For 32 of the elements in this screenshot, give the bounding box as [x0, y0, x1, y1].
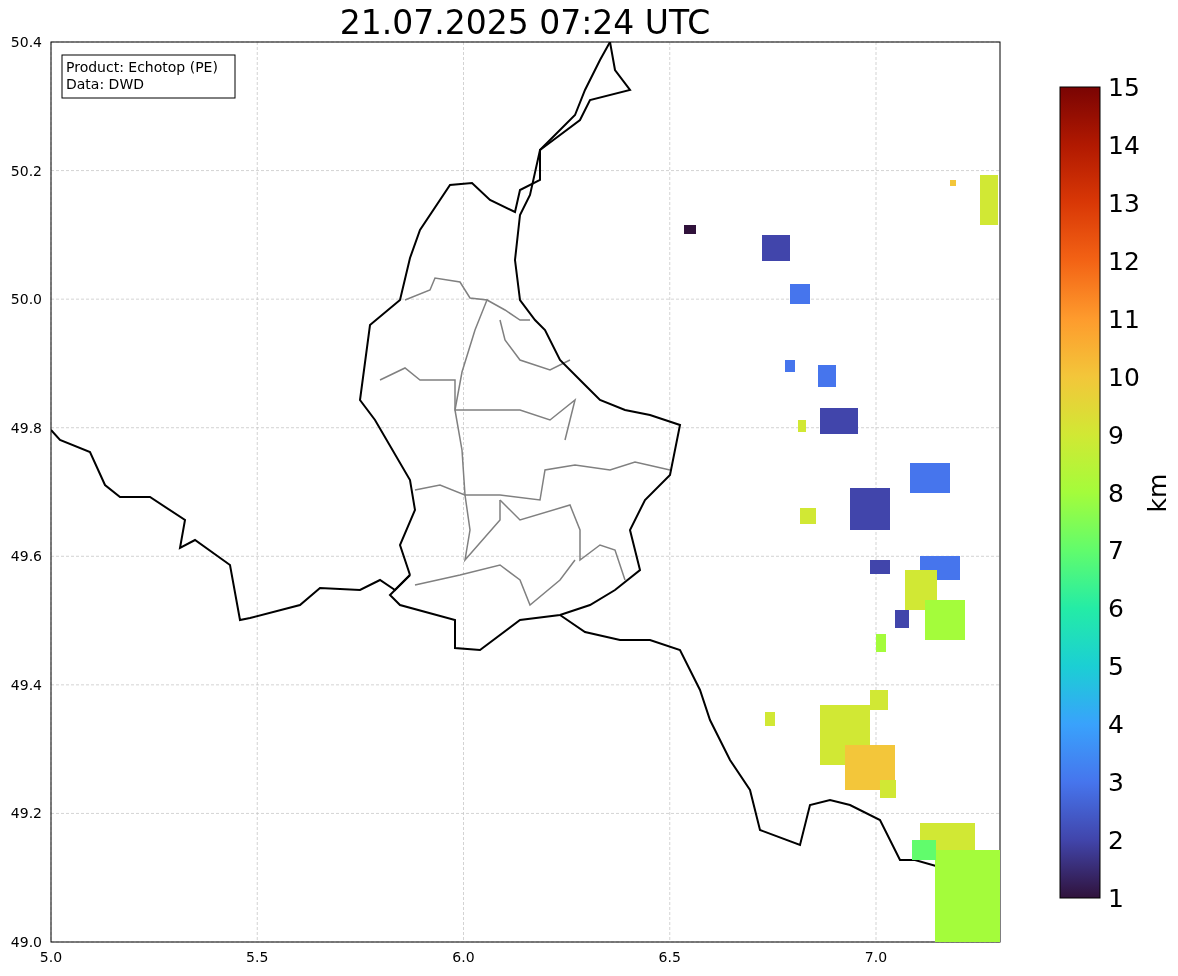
- axis-tick-label: 49.4: [10, 676, 42, 693]
- colorbar-tick-label: 15: [1108, 73, 1140, 102]
- axis-tick-label: 50.0: [10, 291, 42, 308]
- axis-tick-label: 5.5: [246, 949, 269, 965]
- axis-tick-label: 5.0: [39, 949, 63, 965]
- colorbar-tick-label: 2: [1108, 826, 1124, 856]
- axis-tick-label: 49.0: [10, 934, 42, 950]
- chart-title: 21.07.2025 07:24 UTC: [339, 3, 711, 42]
- colorbar-tick-label: 11: [1108, 304, 1140, 334]
- colorbar-tick-label: 5: [1108, 652, 1124, 682]
- colorbar-tick-label: 12: [1108, 246, 1140, 276]
- axis-tick-label: 7.0: [864, 949, 888, 965]
- colorbar-tick-label: 13: [1108, 188, 1140, 218]
- axis-tick-label: 49.6: [10, 548, 42, 565]
- colorbar-tick-label: 7: [1108, 536, 1124, 566]
- axis-tick-label: 6.0: [452, 949, 475, 965]
- axis-tick-label: 49.8: [10, 419, 42, 436]
- colorbar-tick-label: 14: [1108, 130, 1140, 160]
- colorbar-tick-label: 9: [1108, 420, 1124, 450]
- colorbar-tick-label: 3: [1108, 768, 1124, 798]
- axis-tick-label: 50.4: [10, 34, 42, 50]
- colorbar-tick-label: 6: [1108, 594, 1124, 624]
- axis-tick-label: 6.5: [658, 949, 681, 965]
- legend-text: Product: Echotop (PE): [66, 59, 218, 75]
- colorbar-tick-label: 1: [1108, 884, 1124, 913]
- colorbar-tick-label: 4: [1108, 710, 1124, 740]
- axis-tick-label: 50.2: [10, 162, 42, 179]
- colorbar-label: km: [1143, 473, 1172, 513]
- colorbar-tick-label: 8: [1108, 478, 1124, 508]
- colorbar-tick-label: 10: [1108, 362, 1140, 392]
- axis-tick-label: 49.2: [10, 805, 42, 822]
- legend-text: Data: DWD: [66, 76, 144, 92]
